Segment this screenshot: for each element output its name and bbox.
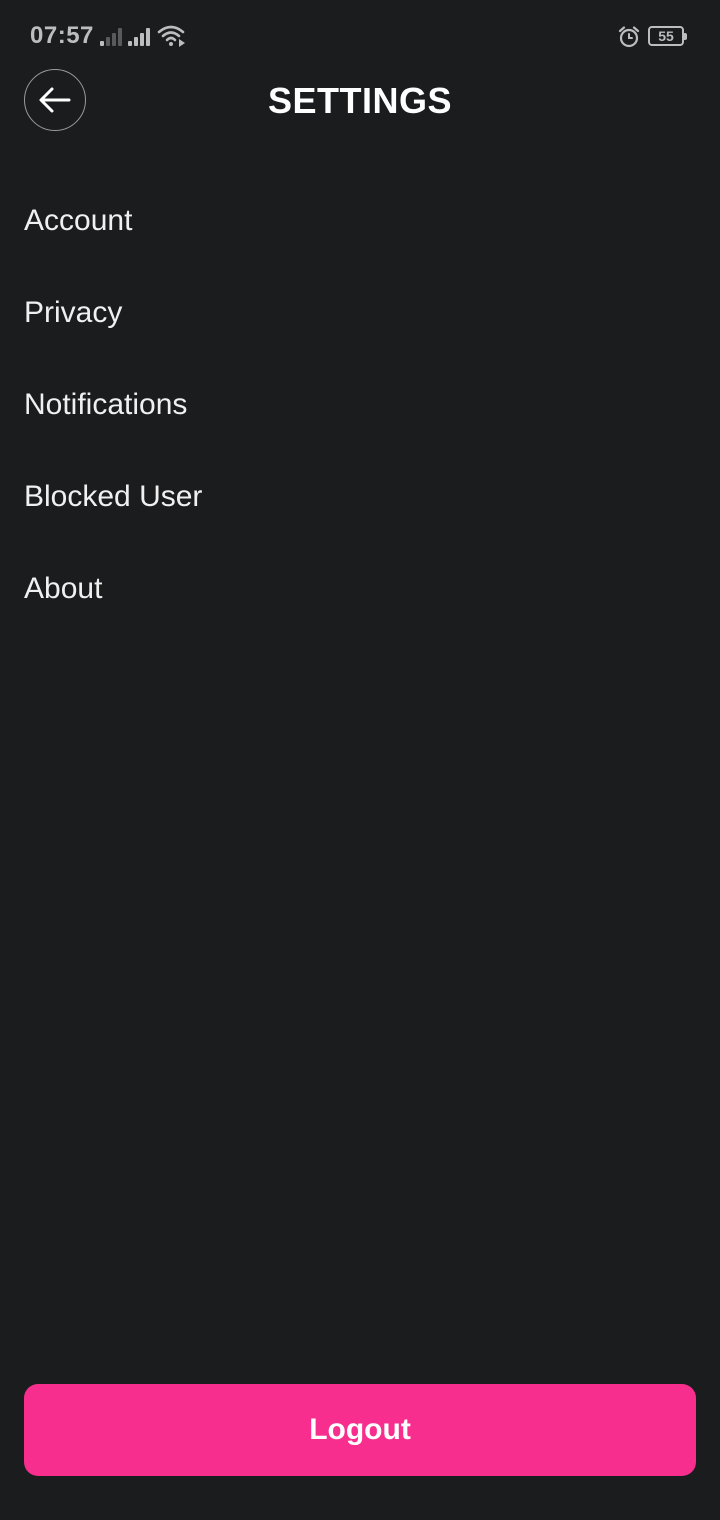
status-bar: 07:57 55 [0, 0, 720, 72]
settings-screen: 07:57 55 SETTINGS Account Privacy Notifi… [0, 0, 720, 1520]
battery-level: 55 [658, 28, 674, 44]
logout-button[interactable]: Logout [24, 1384, 696, 1476]
menu-item-blocked-user[interactable]: Blocked User [0, 451, 720, 543]
wifi-icon [157, 25, 185, 47]
menu-item-about[interactable]: About [0, 543, 720, 635]
signal-icon [100, 26, 124, 46]
settings-menu: Account Privacy Notifications Blocked Us… [0, 175, 720, 635]
menu-item-account[interactable]: Account [0, 175, 720, 267]
menu-item-notifications[interactable]: Notifications [0, 359, 720, 451]
menu-item-privacy[interactable]: Privacy [0, 267, 720, 359]
signal-icon [128, 26, 152, 46]
status-time: 07:57 [30, 22, 94, 49]
alarm-icon [618, 26, 640, 48]
battery-icon: 55 [648, 26, 687, 46]
page-title: SETTINGS [267, 80, 453, 121]
